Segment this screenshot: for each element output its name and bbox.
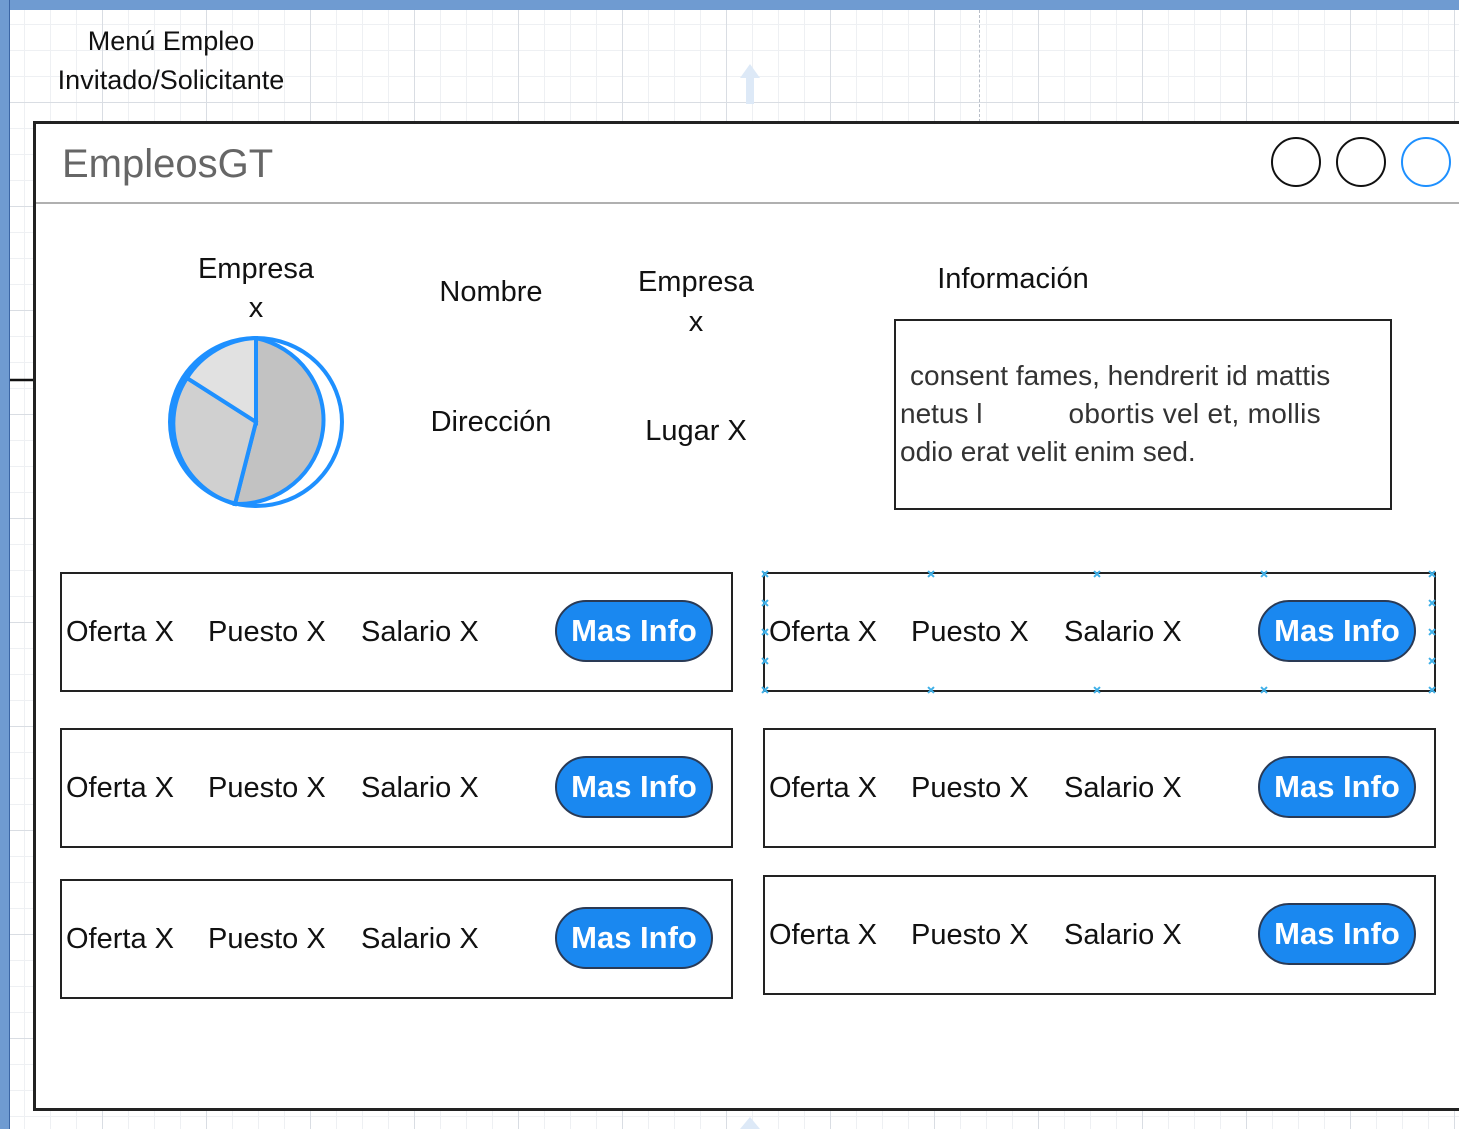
ghost-arrow-icon [740, 64, 760, 104]
offer-position: Puesto X [208, 616, 326, 648]
offer-position: Puesto X [911, 772, 1029, 804]
info-line: netus l obortis vel et, mollis [900, 395, 1388, 433]
title-bar: EmpleosGT [36, 124, 1459, 204]
offer-position: Puesto X [208, 772, 326, 804]
mas-info-button[interactable]: Mas Info [555, 600, 713, 662]
pie-label-line: Empresa [197, 253, 315, 285]
offer-salary: Salario X [361, 923, 479, 955]
offer-name: Oferta X [769, 772, 877, 804]
circle-icon[interactable] [1401, 137, 1451, 187]
offer-salary: Salario X [1064, 919, 1182, 951]
app-title: EmpleosGT [62, 142, 274, 186]
offer-position: Puesto X [911, 919, 1029, 951]
mas-info-button[interactable]: Mas Info [1258, 600, 1416, 662]
offer-salary: Salario X [1064, 616, 1182, 648]
canvas-frame-top [0, 0, 1459, 10]
offer-position: Puesto X [208, 923, 326, 955]
offer-card: Oferta X Puesto X Salario X Mas Info [60, 572, 733, 692]
offer-salary: Salario X [361, 772, 479, 804]
page-break-guide [979, 10, 980, 122]
address-value: Lugar X [645, 415, 747, 447]
caption-line: Menú Empleo [87, 26, 255, 56]
info-heading: Información [937, 263, 1089, 295]
info-line: consent fames, hendrerit id mattis [910, 360, 1331, 391]
name-label: Nombre [439, 276, 543, 308]
app-window: EmpleosGT Empresa x Nombre Empresa x Dir… [33, 121, 1459, 1111]
company-pie-chart [168, 336, 344, 508]
offer-position: Puesto X [911, 616, 1029, 648]
mas-info-button[interactable]: Mas Info [1258, 756, 1416, 818]
circle-icon[interactable] [1271, 137, 1321, 187]
canvas-frame-left [0, 0, 10, 1129]
company-name-line: Empresa [637, 266, 755, 298]
offer-card: Oferta X Puesto X Salario X Mas Info [763, 728, 1436, 848]
offer-card: Oferta X Puesto X Salario X Mas Info [60, 879, 733, 999]
offer-salary: Salario X [1064, 772, 1182, 804]
ghost-arrow-icon [740, 1117, 760, 1129]
offer-salary: Salario X [361, 616, 479, 648]
caption-line: Invitado/Solicitante [57, 65, 285, 95]
offer-name: Oferta X [769, 616, 877, 648]
info-fragment: netus l [900, 398, 983, 429]
diagram-caption: Menú Empleo Invitado/Solicitante [36, 22, 306, 100]
mas-info-button[interactable]: Mas Info [1258, 903, 1416, 965]
info-text: consent fames, hendrerit id mattis netus… [900, 357, 1388, 471]
offer-card: Oferta X Puesto X Salario X Mas Info [763, 875, 1436, 995]
info-line: odio erat velit enim sed. [900, 436, 1196, 467]
company-pie-label: Empresa x [176, 250, 336, 328]
offer-name: Oferta X [66, 772, 174, 804]
pie-label-line: x [248, 292, 264, 324]
company-name-value: Empresa x [621, 262, 771, 342]
offer-card: Oferta X Puesto X Salario X Mas Info [60, 728, 733, 848]
mas-info-button[interactable]: Mas Info [555, 907, 713, 969]
offer-name: Oferta X [769, 919, 877, 951]
circle-icon[interactable] [1336, 137, 1386, 187]
offer-card-selected[interactable]: Oferta X Puesto X Salario X Mas Info [761, 570, 1436, 694]
offer-name: Oferta X [66, 616, 174, 648]
info-fragment: obortis vel et, mollis [1068, 398, 1321, 429]
offer-name: Oferta X [66, 923, 174, 955]
info-box: consent fames, hendrerit id mattis netus… [894, 319, 1392, 510]
company-name-line: x [688, 306, 704, 338]
address-label: Dirección [430, 406, 552, 438]
mas-info-button[interactable]: Mas Info [555, 756, 713, 818]
